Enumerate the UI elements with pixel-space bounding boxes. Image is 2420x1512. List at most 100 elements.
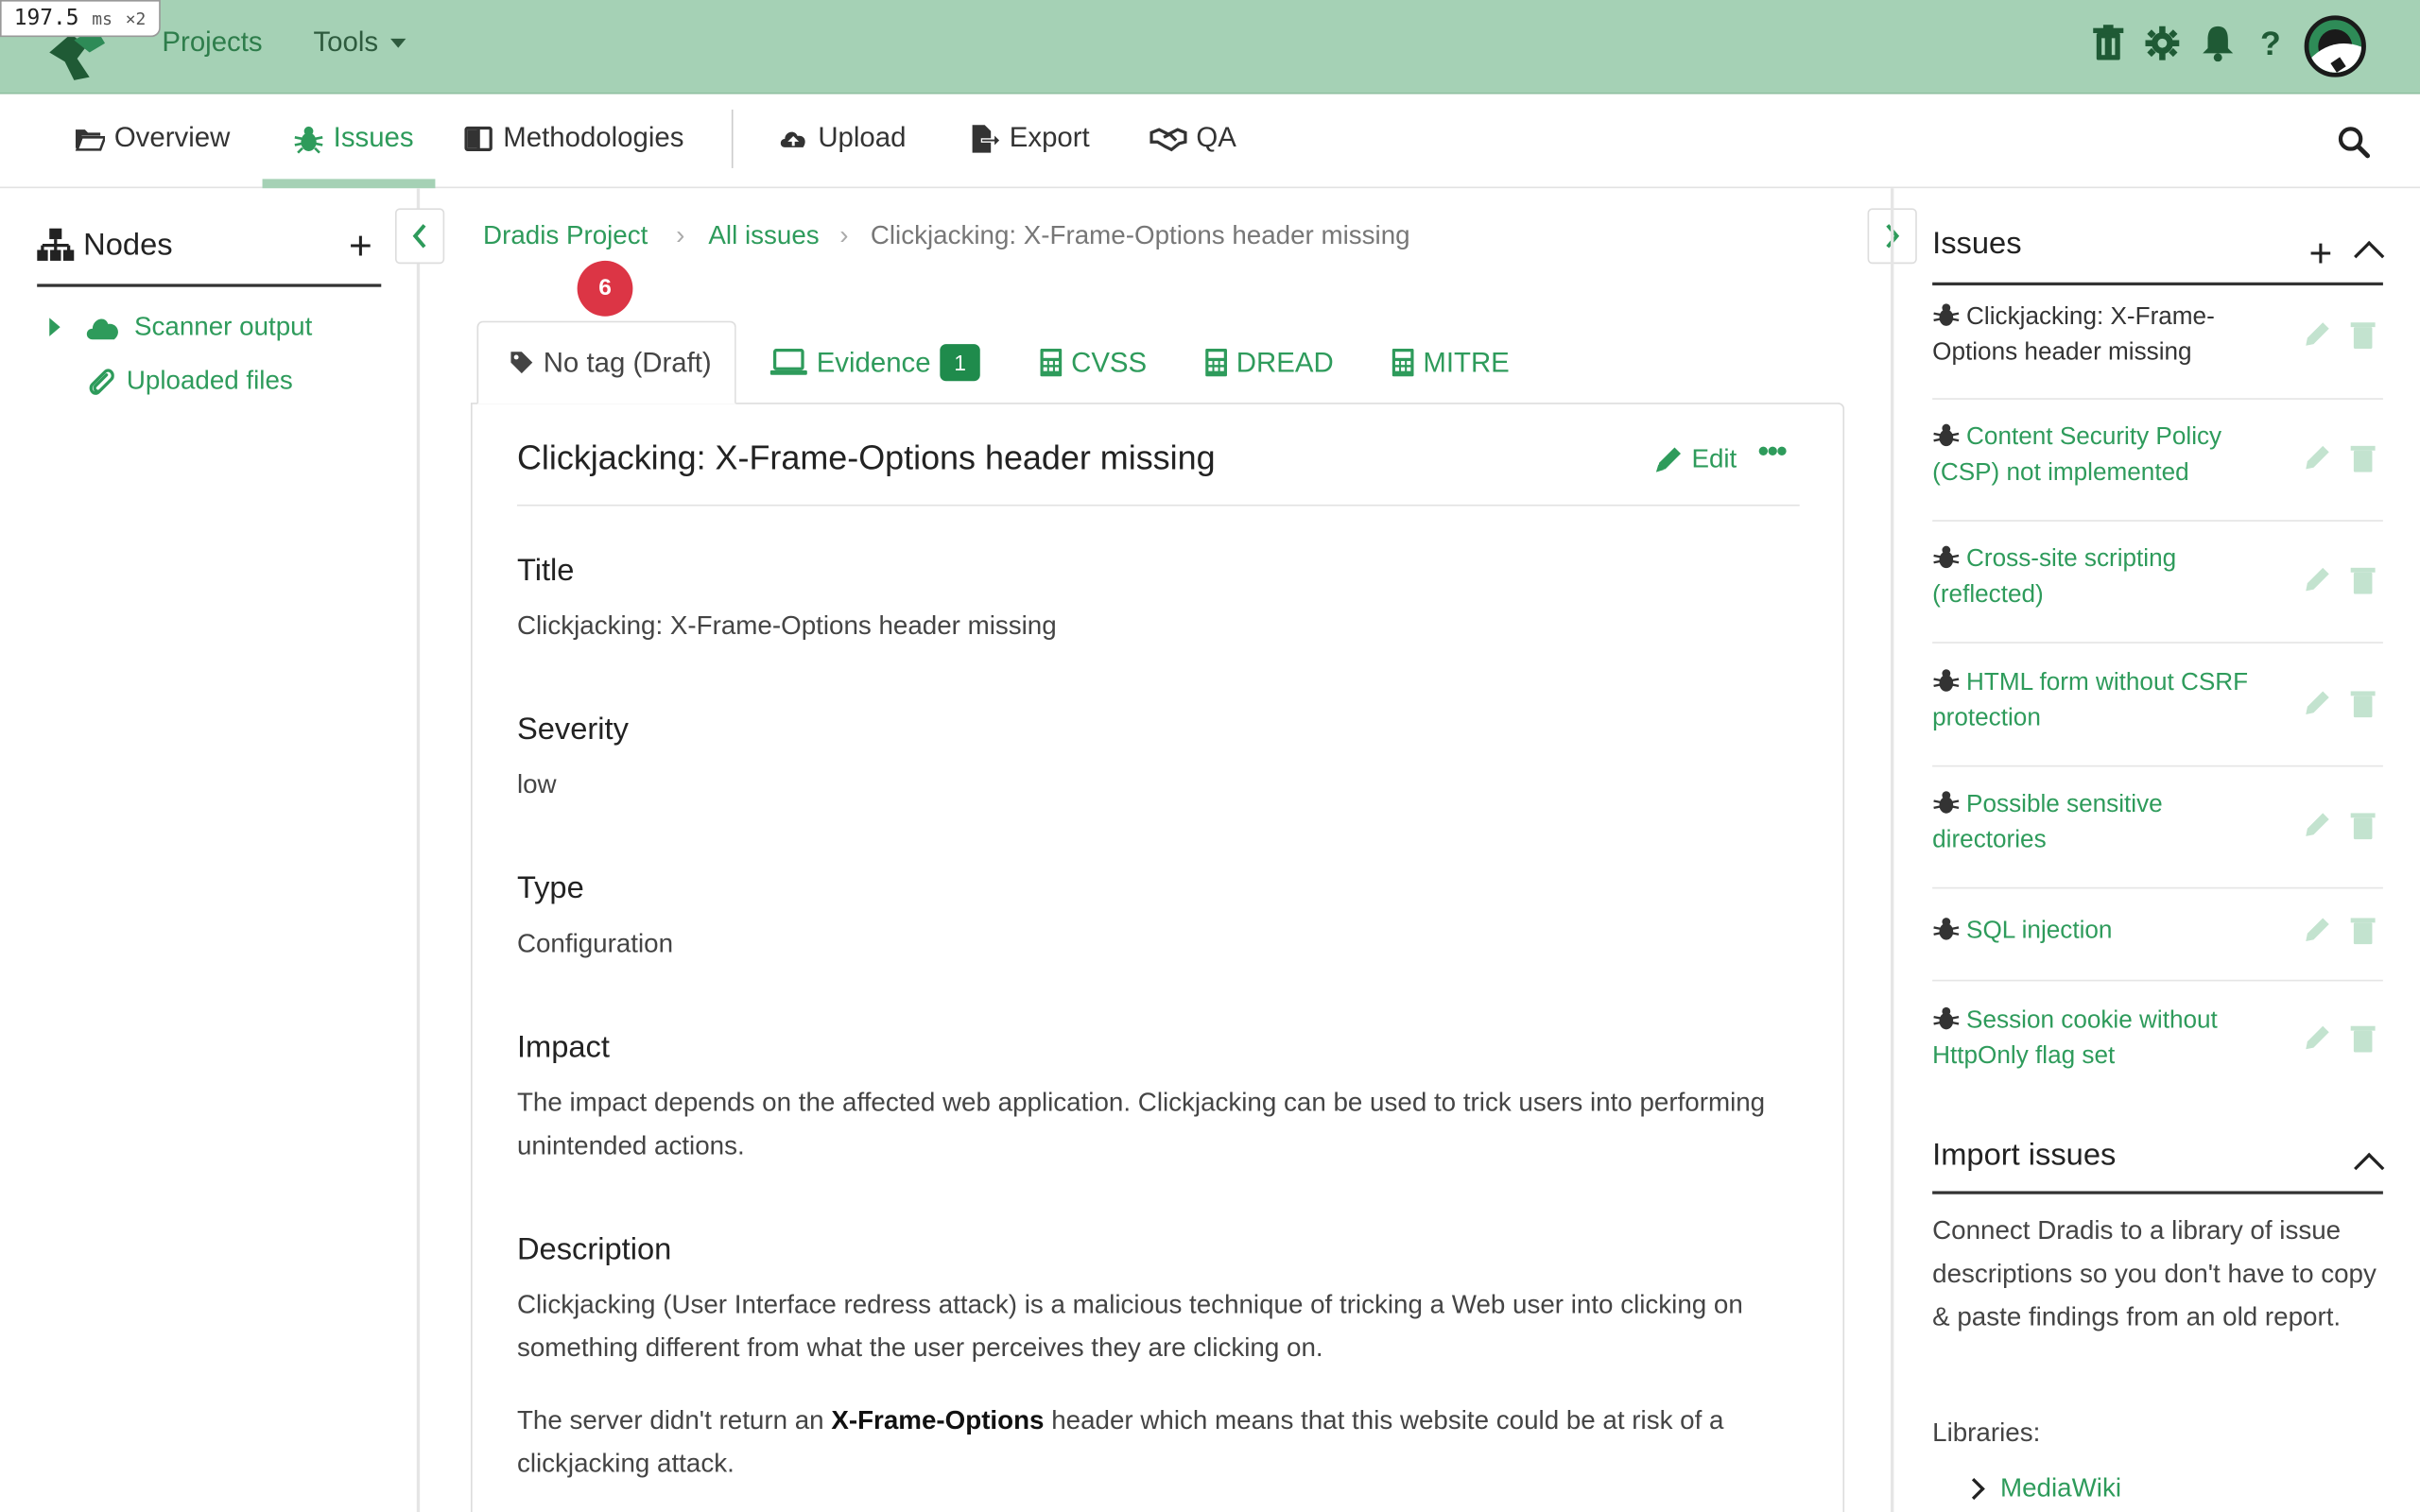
pencil-icon[interactable] [2303,690,2330,717]
pencil-icon[interactable] [2303,1024,2330,1052]
trash-icon[interactable] [2091,25,2125,61]
tree-item-uploaded-files[interactable]: Uploaded files [86,365,293,397]
projects-link[interactable]: Projects [162,26,262,59]
tab-mitre[interactable]: MITRE [1392,321,1510,404]
issue-list-item[interactable]: Session cookie without HttpOnly flag set [1932,1003,2383,1095]
issue-link[interactable]: Possible sensitive directories [1932,787,2210,858]
secondary-navbar: Overview Issues Methodologies Upload Exp… [0,94,2420,189]
more-options-button[interactable]: ••• [1758,435,1788,471]
pencil-icon [1655,447,1682,472]
avatar-image [2308,20,2362,73]
tab-tag[interactable]: No tag (Draft) [476,320,736,404]
nav-methodologies[interactable]: Methodologies [463,122,683,154]
svg-text:?: ? [2260,25,2281,61]
nav-overview[interactable]: Overview [74,122,230,154]
nav-issues-label: Issues [333,121,414,153]
nav-issues[interactable]: Issues [293,121,414,154]
trash-icon[interactable] [2350,321,2376,349]
nav-upload-label: Upload [818,121,907,153]
gear-icon[interactable] [2145,25,2180,61]
issue-label: Cross-site scripting (reflected) [1932,545,2177,609]
issue-title: Clickjacking: X-Frame-Options header mis… [516,438,1216,477]
paperclip-icon [89,369,114,395]
collapse-left-button[interactable] [394,208,445,265]
import-issues-title: Import issues [1932,1138,2117,1173]
bug-icon [1933,1006,1960,1030]
nav-divider [731,109,734,168]
avatar[interactable] [2304,15,2366,77]
tree-item-label: Uploaded files [126,365,293,395]
nav-upload[interactable]: Upload [778,121,907,154]
pencil-icon[interactable] [2303,917,2330,944]
active-tab-underline [262,179,436,189]
tree-item-scanner-output[interactable]: Scanner output [49,312,312,343]
top-navbar: 197.5 ms ×2 Projects Tools ? [0,0,2420,94]
nodes-title: Nodes [83,228,173,263]
tab-dread[interactable]: DREAD [1205,321,1334,404]
nav-export[interactable]: Export [969,122,1090,154]
issue-label: Clickjacking: X-Frame-Options header mis… [1932,303,2215,366]
chevron-right-icon [1962,1478,1985,1501]
pencil-icon[interactable] [2303,444,2330,472]
issue-link[interactable]: Clickjacking: X-Frame-Options header mis… [1932,300,2279,370]
trash-icon[interactable] [2350,917,2376,945]
caret-down-icon [390,39,406,49]
tab-cvss[interactable]: CVSS [1040,321,1147,404]
search-icon[interactable] [2337,125,2371,159]
cloud-upload-icon [780,130,805,147]
cloud-icon [86,318,118,340]
right-sidebar-divider [1891,188,1894,1512]
tools-menu[interactable]: Tools [313,26,406,59]
notification-badge[interactable]: 6 [577,260,633,317]
perf-counter: 197.5 ms ×2 [0,0,161,38]
field-description-paragraph: The server didn't return an X-Frame-Opti… [517,1400,1798,1486]
trash-icon[interactable] [2350,812,2376,840]
issue-link[interactable]: Content Security Policy (CSP) not implem… [1932,420,2279,490]
chevron-up-icon[interactable] [2354,1152,2385,1184]
trash-icon[interactable] [2350,444,2376,472]
tab-tag-label: No tag (Draft) [543,346,712,378]
library-item-mediawiki[interactable]: MediaWiki [1962,1473,2121,1504]
issue-list-item[interactable]: Possible sensitive directories [1932,787,2383,889]
bug-icon [1933,669,1960,692]
sitemap-icon [37,228,75,261]
issue-link[interactable]: SQL injection [1932,914,2279,950]
nav-qa[interactable]: QA [1150,122,1236,154]
add-issue-button[interactable]: + [2309,233,2333,273]
issue-link[interactable]: Session cookie without HttpOnly flag set [1932,1003,2279,1074]
bug-icon [1933,423,1960,447]
calculator-icon [1205,348,1227,377]
pencil-icon[interactable] [2303,321,2330,349]
pencil-icon[interactable] [2303,812,2330,839]
issue-list-item[interactable]: Clickjacking: X-Frame-Options header mis… [1932,300,2383,400]
bell-icon[interactable] [2201,25,2235,62]
trash-icon[interactable] [2350,566,2376,594]
tab-mitre-label: MITRE [1423,346,1510,378]
chevron-up-icon[interactable] [2354,240,2385,272]
perf-value: 197.5 [13,6,79,31]
issue-list-item[interactable]: Cross-site scripting (reflected) [1932,541,2383,644]
trash-icon[interactable] [2350,1024,2376,1053]
caret-right-icon[interactable] [49,318,60,336]
pencil-icon[interactable] [2303,566,2330,593]
chevron-left-icon [412,224,426,249]
issue-link[interactable]: Cross-site scripting (reflected) [1932,541,2179,612]
description-text: The server didn't return an [516,1405,832,1435]
help-icon[interactable]: ? [2254,25,2288,61]
breadcrumb-project[interactable]: Dradis Project [483,220,648,251]
import-issues-description: Connect Dradis to a library of issue des… [1932,1215,2377,1332]
folder-open-icon [75,129,106,150]
breadcrumb-separator: › [839,220,849,250]
issue-list-item[interactable]: HTML form without CSRF protection [1932,665,2383,767]
edit-button[interactable]: Edit [1654,444,1737,475]
app-root: 197.5 ms ×2 Projects Tools ? Overview Is… [0,0,2420,1512]
issue-list-item[interactable]: SQL injection [1932,914,2383,982]
issue-label: Content Security Policy (CSP) not implem… [1932,423,2222,487]
field-description-paragraph: Clickjacking (User Interface redress att… [516,1289,1743,1363]
breadcrumb-all-issues[interactable]: All issues [708,220,819,251]
tab-evidence[interactable]: Evidence 1 [769,321,980,404]
issue-list-item[interactable]: Content Security Policy (CSP) not implem… [1932,420,2383,522]
add-node-button[interactable]: + [349,225,372,265]
issue-link[interactable]: HTML form without CSRF protection [1932,665,2279,736]
trash-icon[interactable] [2350,690,2376,718]
